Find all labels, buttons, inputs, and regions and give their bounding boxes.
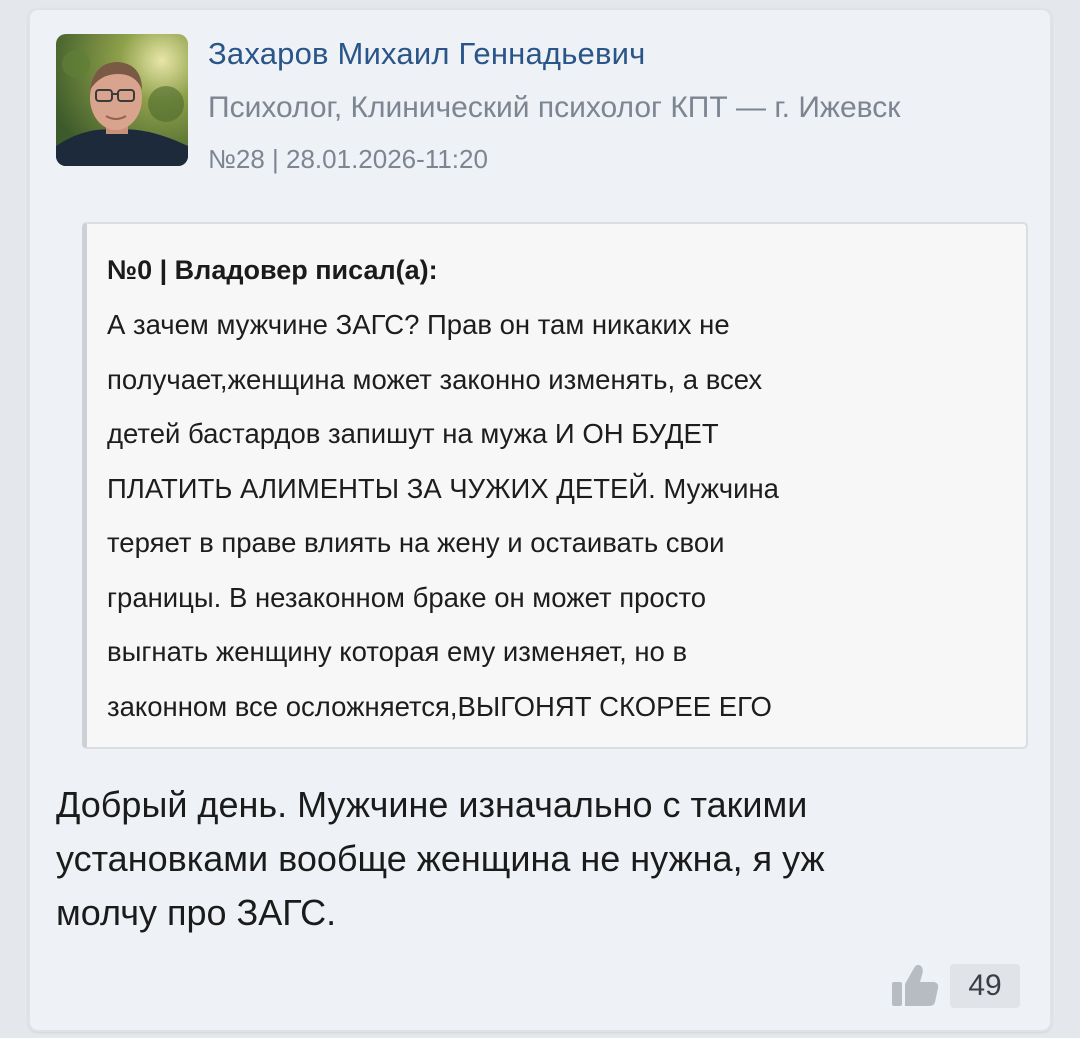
quoted-message: №0 | Владовер писал(а): А зачем мужчине … bbox=[82, 222, 1028, 749]
reply-line: установками вообще женщина не нужна, я у… bbox=[56, 838, 825, 879]
quote-line: А зачем мужчине ЗАГС? Прав он там никаки… bbox=[107, 309, 730, 340]
quote-line: выгнать женщину которая ему изменяет, но… bbox=[107, 636, 688, 667]
quote-line: получает,женщина может законно изменять,… bbox=[107, 363, 763, 395]
avatar[interactable] bbox=[56, 34, 188, 166]
avatar-photo bbox=[56, 34, 188, 166]
reply-line: молчу про ЗАГС. bbox=[56, 892, 337, 933]
quote-line: границы. В незаконном браке он может про… bbox=[107, 581, 707, 613]
like-count: 49 bbox=[950, 964, 1020, 1008]
quote-header[interactable]: №0 | Владовер писал(а): bbox=[107, 250, 998, 290]
reply-text: Добрый день. Мужчине изначально с такими… bbox=[56, 778, 1016, 940]
quote-line: детей бастардов запишут на мужа И ОН БУД… bbox=[107, 418, 719, 449]
quote-body: А зачем мужчине ЗАГС? Прав он там никаки… bbox=[107, 298, 1007, 734]
quote-line: ПЛАТИТЬ АЛИМЕНТЫ ЗА ЧУЖИХ ДЕТЕЙ. Мужчина bbox=[107, 472, 779, 504]
quote-line: законном все осложняется,ВЫГОНЯТ СКОРЕЕ … bbox=[107, 690, 772, 722]
post-meta: №28 | 28.01.2026-11:20 bbox=[208, 144, 488, 174]
post-card: Захаров Михаил Геннадьевич Психолог, Кли… bbox=[28, 8, 1052, 1032]
author-name[interactable]: Захаров Михаил Геннадьевич bbox=[208, 36, 646, 72]
thumbs-up-icon[interactable] bbox=[890, 962, 940, 1008]
quote-line: теряет в праве влиять на жену и остаиват… bbox=[107, 527, 725, 558]
author-role: Психолог, Клинический психолог КПТ — г. … bbox=[208, 91, 901, 124]
reply-line: Добрый день. Мужчине изначально с такими bbox=[56, 784, 808, 825]
